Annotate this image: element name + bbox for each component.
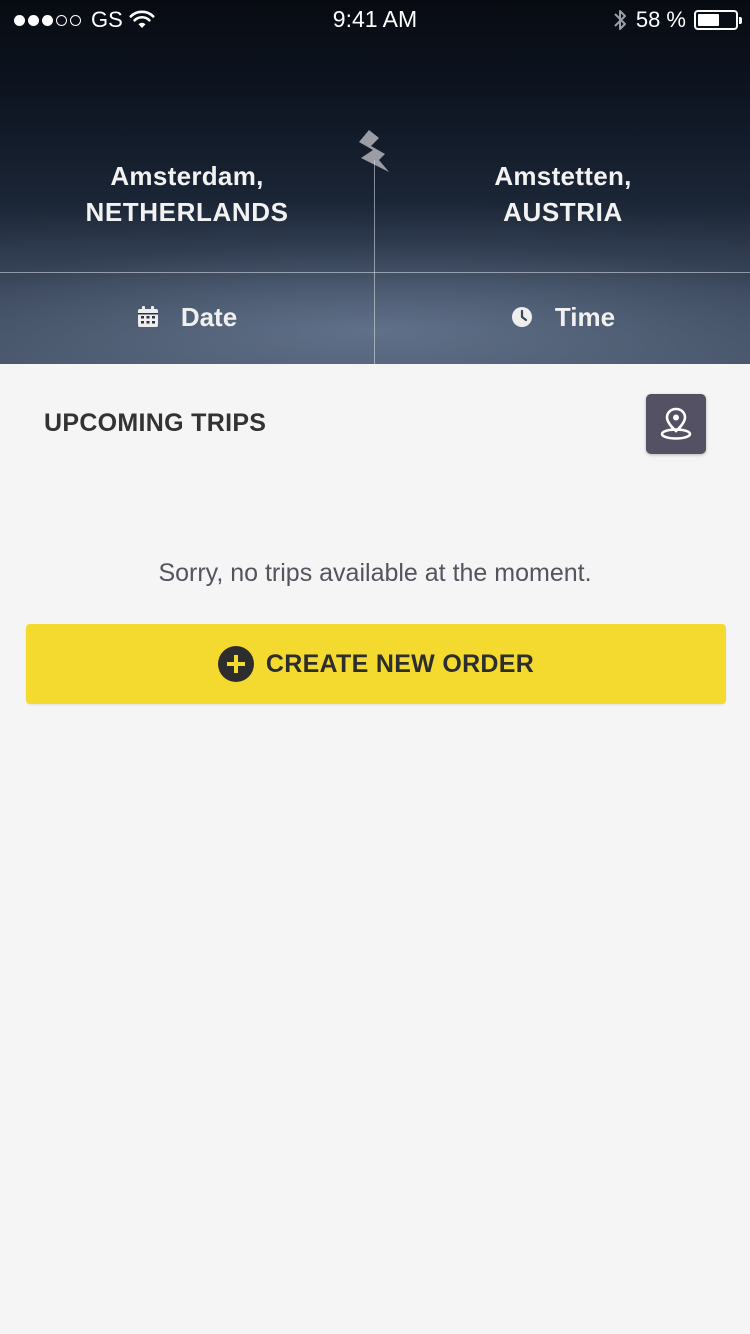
date-picker[interactable]: Date bbox=[0, 272, 374, 362]
create-new-order-label: CREATE NEW ORDER bbox=[265, 649, 535, 678]
route-divider bbox=[374, 160, 375, 364]
battery-icon bbox=[694, 10, 742, 30]
upcoming-trips-title: UPCOMING TRIPS bbox=[44, 409, 267, 437]
date-label: Date bbox=[180, 301, 238, 332]
origin-location[interactable]: Amsterdam, NETHERLANDS bbox=[0, 158, 374, 230]
clock-icon bbox=[511, 307, 532, 327]
origin-country: NETHERLANDS bbox=[85, 197, 289, 227]
status-right: 58 % bbox=[612, 7, 742, 33]
map-button[interactable] bbox=[646, 394, 706, 454]
status-bar: GS 9:41 AM 58 % bbox=[0, 0, 750, 40]
map-pin-icon bbox=[660, 407, 692, 440]
no-trips-message: Sorry, no trips available at the moment. bbox=[158, 559, 592, 587]
destination-country: AUSTRIA bbox=[503, 197, 623, 227]
destination-city: Amstetten, bbox=[494, 161, 632, 191]
destination-location[interactable]: Amstetten, AUSTRIA bbox=[376, 158, 750, 230]
time-label: Time bbox=[554, 301, 616, 332]
battery-level bbox=[698, 14, 719, 26]
route-header: GS 9:41 AM 58 % Amsterdam, NETHERLANDS A… bbox=[0, 0, 750, 364]
calendar-icon bbox=[137, 306, 158, 327]
plus-circle-icon bbox=[217, 646, 254, 682]
origin-city: Amsterdam, bbox=[110, 161, 264, 191]
battery-percentage: 58 % bbox=[635, 7, 686, 32]
time-picker[interactable]: Time bbox=[376, 272, 750, 362]
create-new-order-button[interactable]: CREATE NEW ORDER bbox=[26, 624, 726, 704]
bluetooth-icon bbox=[614, 10, 626, 30]
